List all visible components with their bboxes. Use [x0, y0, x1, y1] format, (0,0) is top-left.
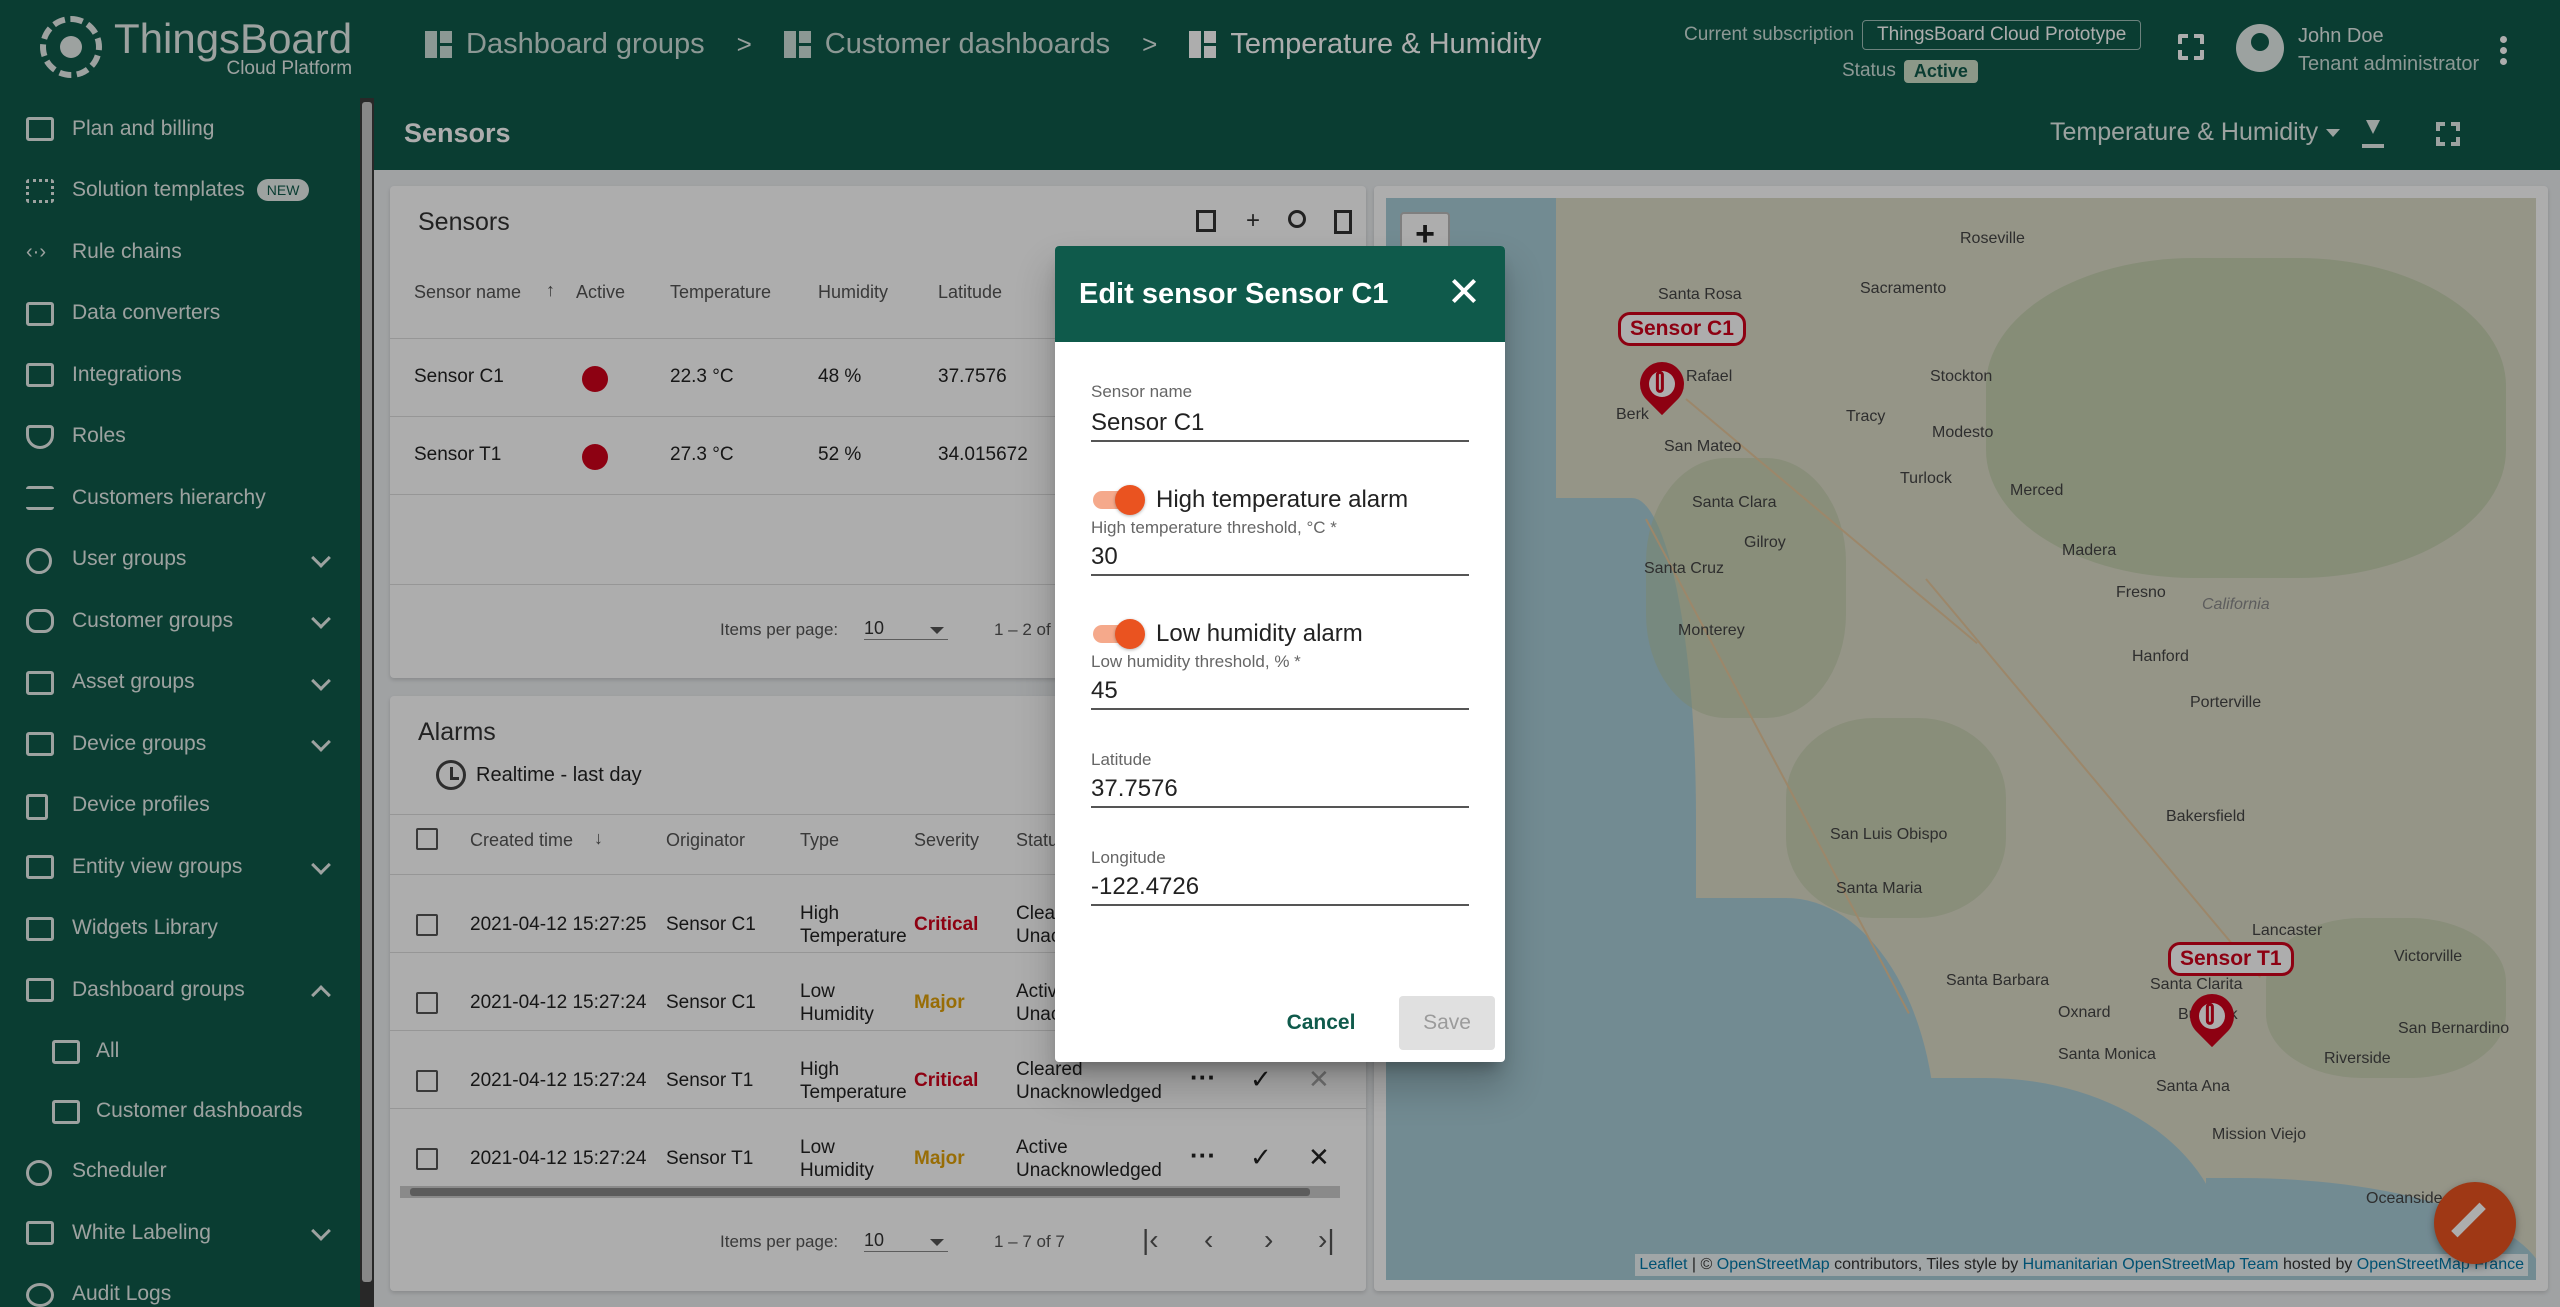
high-temperature-threshold-label: High temperature threshold, °C * [1091, 518, 1337, 537]
longitude-input[interactable] [1091, 870, 1469, 906]
high-temperature-alarm-label: High temperature alarm [1156, 486, 1409, 513]
cancel-button[interactable]: Cancel [1273, 996, 1369, 1050]
dialog-header: Edit sensor Sensor C1 [1055, 246, 1505, 342]
sensor-name-input[interactable] [1091, 406, 1469, 442]
low-humidity-threshold-label: Low humidity threshold, % * [1091, 652, 1301, 671]
high-temperature-alarm-toggle[interactable] [1091, 484, 1145, 515]
low-humidity-threshold-input[interactable] [1091, 674, 1469, 710]
dialog-title: Edit sensor Sensor C1 [1079, 278, 1389, 310]
close-icon[interactable] [1449, 276, 1479, 306]
sensor-name-label: Sensor name [1091, 382, 1193, 401]
low-humidity-alarm-toggle[interactable] [1091, 618, 1145, 649]
high-temperature-threshold-input[interactable] [1091, 540, 1469, 576]
app-root: ThingsBoard Cloud Platform Dashboard gro… [0, 0, 2560, 1307]
latitude-label: Latitude [1091, 750, 1152, 769]
latitude-input[interactable] [1091, 772, 1469, 808]
save-button[interactable]: Save [1399, 996, 1495, 1050]
longitude-label: Longitude [1091, 848, 1166, 867]
low-humidity-alarm-label: Low humidity alarm [1156, 620, 1363, 647]
edit-sensor-dialog: Edit sensor Sensor C1 Sensor name High t… [1055, 246, 1505, 1062]
